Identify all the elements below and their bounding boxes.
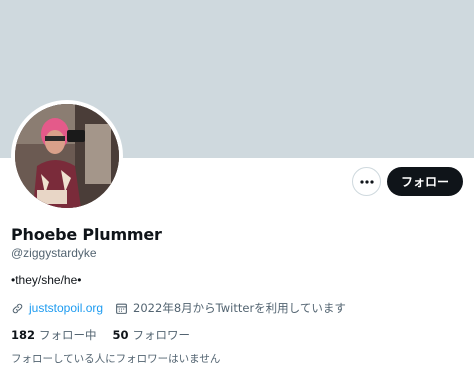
- mutual-followers-note: フォローしている人にフォロワーはいません: [11, 353, 221, 365]
- more-icon: [359, 179, 374, 184]
- avatar[interactable]: [11, 100, 123, 212]
- followers-label: フォロワー: [132, 328, 191, 342]
- link-icon: [12, 303, 23, 313]
- profile-name: Phoebe Plummer: [11, 225, 162, 244]
- website-link[interactable]: juststopoil.org: [29, 301, 103, 315]
- profile-handle: @ziggystardyke: [11, 246, 97, 260]
- following-count: 182: [11, 328, 36, 342]
- followers-stat[interactable]: 50 フォロワー: [113, 327, 191, 343]
- follow-stats: 182 フォロー中 50 フォロワー: [11, 327, 206, 343]
- profile-meta: juststopoil.org 2022年8月からTwitterを利用しています: [11, 300, 358, 316]
- calendar-icon: [116, 303, 127, 314]
- more-options-button[interactable]: [352, 167, 381, 196]
- website-item: juststopoil.org: [11, 301, 103, 315]
- following-stat[interactable]: 182 フォロー中: [11, 327, 97, 343]
- following-label: フォロー中: [39, 328, 97, 342]
- profile-bio: •they/she/he•: [11, 273, 82, 287]
- joined-date: 2022年8月からTwitterを利用しています: [133, 301, 346, 315]
- avatar-photo: [15, 104, 119, 208]
- follow-button[interactable]: フォロー: [387, 167, 463, 196]
- followers-count: 50: [112, 328, 129, 342]
- joined-item: 2022年8月からTwitterを利用しています: [115, 300, 346, 316]
